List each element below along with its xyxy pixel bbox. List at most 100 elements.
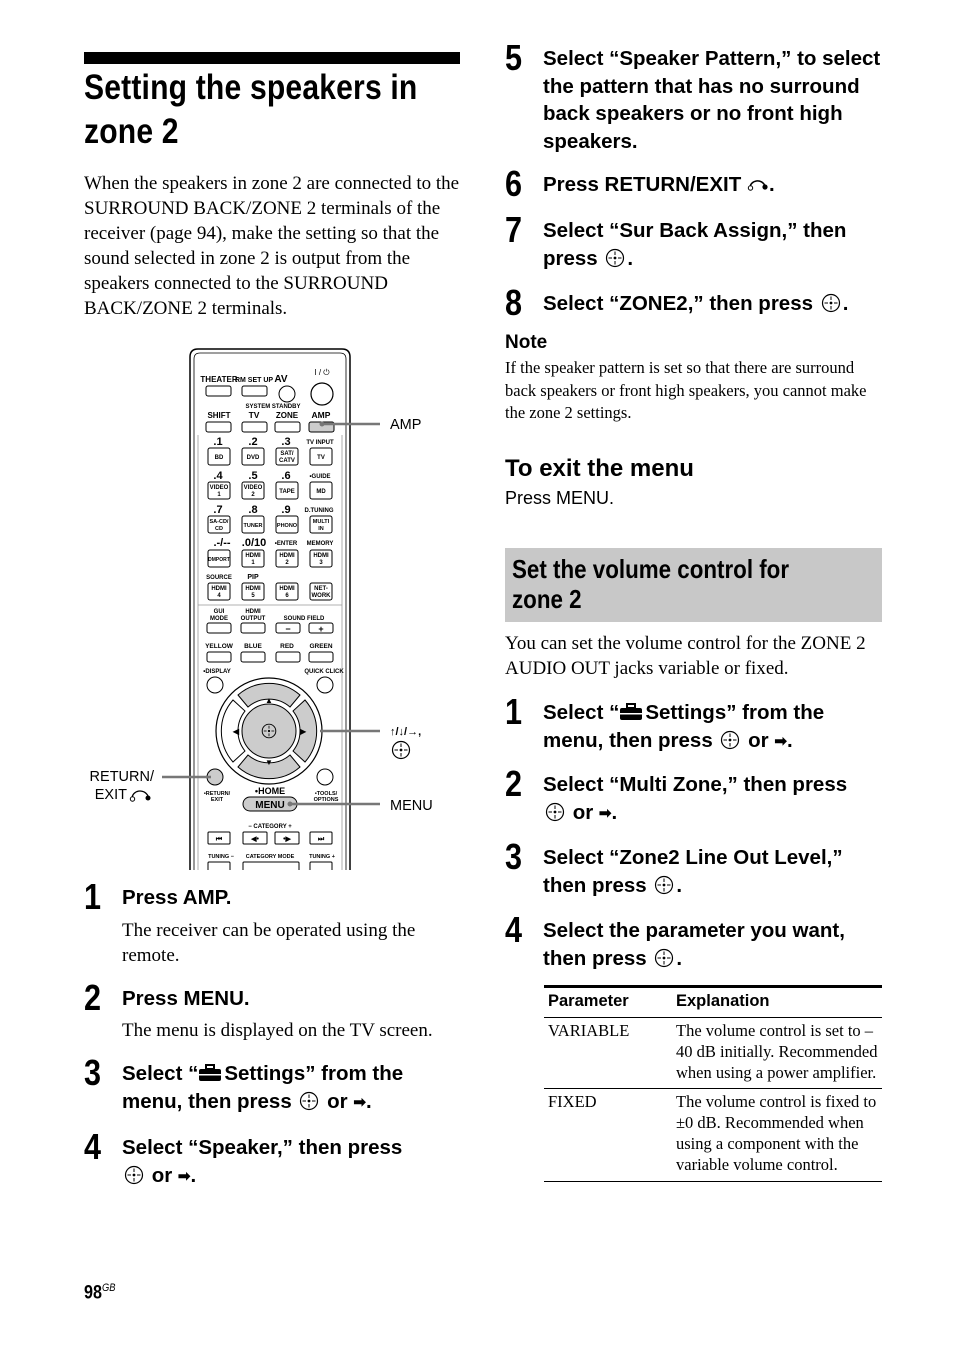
red-button[interactable] — [275, 651, 301, 663]
step-instruction: Press RETURN/EXIT . — [543, 171, 888, 199]
settings-toolbox-icon — [199, 1064, 222, 1081]
hdmi2-label: HDMI — [279, 553, 295, 559]
hdmi6-label: HDMI — [279, 586, 295, 592]
hdmi-output-button[interactable] — [240, 622, 266, 634]
quick-click-label: QUICK CLICK — [304, 669, 344, 675]
step-number: 5 — [505, 37, 523, 78]
hdmi-output-label1: HDMI — [245, 609, 261, 615]
step-instruction: Select the parameter you want, then pres… — [543, 917, 888, 972]
settings-toolbox-icon — [620, 703, 643, 720]
plus-label: + — [318, 624, 323, 634]
tools-options-button[interactable] — [316, 768, 334, 786]
explanation-cell: The volume control is set to –40 dB init… — [672, 1017, 882, 1090]
title-line: Set the volume control for — [512, 554, 790, 584]
theater-button[interactable] — [205, 385, 232, 397]
right-arrow-icon: ➡ — [353, 1093, 366, 1111]
mode-label: MODE — [210, 616, 228, 622]
rewind-button[interactable] — [207, 861, 231, 874]
step-number: 7 — [505, 209, 523, 250]
catv-label: CATV — [279, 458, 295, 464]
tuning-minus-label: TUNING − — [208, 854, 234, 860]
av-power-button[interactable] — [278, 385, 296, 403]
gui-mode-button[interactable] — [206, 622, 232, 634]
shift-button[interactable] — [205, 421, 232, 433]
enter-button-icon — [821, 293, 841, 313]
options-label: OPTIONS — [314, 797, 339, 803]
step-number: 4 — [505, 909, 523, 950]
label-dash: .-/-- — [213, 537, 230, 549]
hdmi3-label: HDMI — [313, 553, 329, 559]
rm-setup-button[interactable] — [241, 385, 268, 397]
play-button[interactable] — [242, 861, 300, 874]
callout-return: RETURN/ — [90, 769, 155, 785]
text-segment: . — [786, 728, 793, 752]
step-instruction: Select “ZONE2,” then press . — [543, 290, 888, 318]
step-number: 4 — [84, 1126, 102, 1167]
svg-text:▶: ▶ — [299, 727, 307, 736]
cd-label: CD — [215, 526, 223, 532]
text-segment: or — [151, 1163, 173, 1187]
text-segment: . — [842, 292, 849, 315]
step-number: 2 — [84, 977, 102, 1018]
text-segment: or — [327, 1089, 348, 1113]
text-segment: Select “ZONE2,” then press — [543, 292, 814, 315]
right-arrow-icon: ➡ — [598, 804, 612, 822]
blue-label: BLUE — [244, 643, 262, 650]
exit-menu-title: To exit the menu — [505, 455, 694, 482]
yellow-button[interactable] — [206, 651, 232, 663]
text-segment: Select “Multi Zone,” then press — [543, 773, 848, 796]
zone-button[interactable] — [274, 421, 301, 433]
enter-button-icon — [654, 875, 674, 895]
yellow-label: YELLOW — [205, 643, 234, 650]
phono-label: PHONO — [277, 523, 298, 529]
title-rule — [84, 52, 460, 64]
step-instruction: Select “Speaker,” then press or ➡. — [122, 1134, 467, 1190]
minus-label: − — [285, 624, 290, 634]
display-button[interactable] — [206, 676, 224, 694]
enter-button-icon — [124, 1165, 144, 1185]
label-7: .7 — [213, 504, 222, 516]
text-segment: . — [768, 173, 775, 196]
tv-input-label: TV — [317, 455, 325, 461]
table-row: VARIABLE The volume control is set to –4… — [544, 1017, 882, 1090]
label-tv-input: TV INPUT — [306, 440, 334, 446]
table-header-row: Parameter Explanation — [544, 985, 882, 1018]
power-button[interactable] — [310, 382, 334, 406]
label-source: SOURCE — [206, 575, 232, 581]
remote-illustration: THEATER RM SET UP AV I / ⏻ SYSTEM STANDB… — [80, 345, 460, 875]
return-icon — [747, 180, 768, 191]
text-segment: . — [676, 873, 683, 897]
step-number: 8 — [505, 282, 523, 323]
volume-section-header: Set the volume control for zone 2 — [505, 548, 882, 622]
step-number: 3 — [84, 1052, 102, 1093]
title-line: zone 2 — [512, 584, 582, 614]
sacd-label: SA-CD/ — [210, 519, 229, 525]
return-icon — [129, 790, 151, 802]
label-3: .3 — [281, 436, 290, 448]
table-row: FIXED The volume control is fixed to ±0 … — [544, 1088, 882, 1182]
display-label: •DISPLAY — [203, 669, 231, 675]
step-description: The receiver can be operated using the r… — [122, 920, 416, 966]
step-instruction: Select “Multi Zone,” then press or ➡. — [543, 771, 888, 827]
tv-button[interactable] — [241, 421, 268, 433]
blue-button[interactable] — [240, 651, 266, 663]
param-cell: VARIABLE — [544, 1017, 672, 1090]
label-enter: •ENTER — [275, 541, 298, 547]
explanation-cell: The volume control is fixed to ±0 dB. Re… — [672, 1088, 882, 1182]
page-number: 98GB — [84, 1282, 115, 1304]
label-amp: AMP — [312, 410, 331, 420]
md-label: MD — [316, 489, 326, 495]
text-segment: Select “Speaker,” then press — [122, 1136, 403, 1159]
label-1: .1 — [213, 436, 222, 448]
hdmi1-label: HDMI — [245, 553, 261, 559]
label-5: .5 — [248, 470, 257, 482]
quick-click-button[interactable] — [316, 676, 334, 694]
enter-button-icon — [605, 248, 625, 268]
hdmi-output-label2: OUTPUT — [241, 616, 266, 622]
text-segment: Select the parameter you want, then pres… — [543, 919, 845, 970]
enter-button-icon — [545, 802, 565, 822]
text-segment: . — [676, 946, 683, 970]
label-2: .2 — [248, 436, 257, 448]
forward-button[interactable] — [309, 861, 333, 874]
green-button[interactable] — [308, 651, 334, 663]
